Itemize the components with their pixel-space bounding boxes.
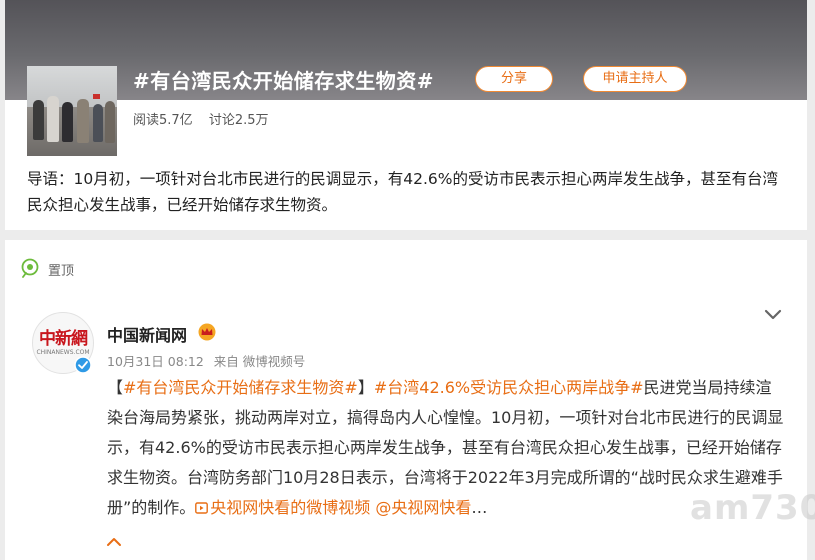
video-link[interactable]: 央视网快看的微博视频 <box>210 498 370 517</box>
topic-guide: 导语：10月初，一项针对台北市民进行的民调显示，有42.6%的受访市民表示担心两… <box>27 170 778 214</box>
topic-thumbnail[interactable] <box>27 66 117 156</box>
verified-icon <box>74 356 92 374</box>
share-button[interactable]: 分享 <box>475 66 553 92</box>
hashtag-link-1[interactable]: #有台湾民众开始储存求生物资# <box>123 378 358 397</box>
watermark: am730 <box>690 488 815 528</box>
read-count: 阅读5.7亿 <box>133 113 193 128</box>
topic-title: #有台湾民众开始储存求生物资# <box>133 69 435 93</box>
truncation: … <box>471 498 488 517</box>
avatar-logo-text: 中新網 <box>39 329 88 349</box>
chevron-down-icon[interactable] <box>763 306 783 322</box>
bracket-open: 【 <box>107 378 124 397</box>
topic-stats: 阅读5.7亿 讨论2.5万 <box>133 109 281 128</box>
post-body: 民进党当局持续渲染台海局势紧张，挑动两岸对立，搞得岛内人心惶惶。10月初，一项针… <box>107 378 784 517</box>
chevron-up-icon[interactable] <box>104 534 124 548</box>
bracket-close: 】 <box>357 378 374 397</box>
apply-host-button[interactable]: 申请主持人 <box>583 66 687 92</box>
post-date[interactable]: 10月31日 08:12 <box>107 354 204 369</box>
crown-icon[interactable] <box>197 323 217 341</box>
pinned-label: 置顶 <box>48 264 75 279</box>
pin-icon <box>21 258 39 278</box>
post-text: 【#有台湾民众开始储存求生物资#】#台湾42.6%受访民众担心两岸战争#民进党当… <box>107 373 785 523</box>
post-meta: 10月31日 08:12 来自 微博视频号 <box>107 351 311 370</box>
avatar-logo-subtext: CHINANEWS.COM <box>36 349 90 356</box>
hashtag-link-2[interactable]: #台湾42.6%受访民众担心两岸战争# <box>374 378 644 397</box>
play-icon <box>195 502 209 514</box>
author-name[interactable]: 中国新闻网 <box>107 322 187 346</box>
post-source: 来自 微博视频号 <box>213 354 306 369</box>
mention-link[interactable]: @央视网快看 <box>375 498 471 517</box>
discussion-count: 讨论2.5万 <box>208 113 269 128</box>
